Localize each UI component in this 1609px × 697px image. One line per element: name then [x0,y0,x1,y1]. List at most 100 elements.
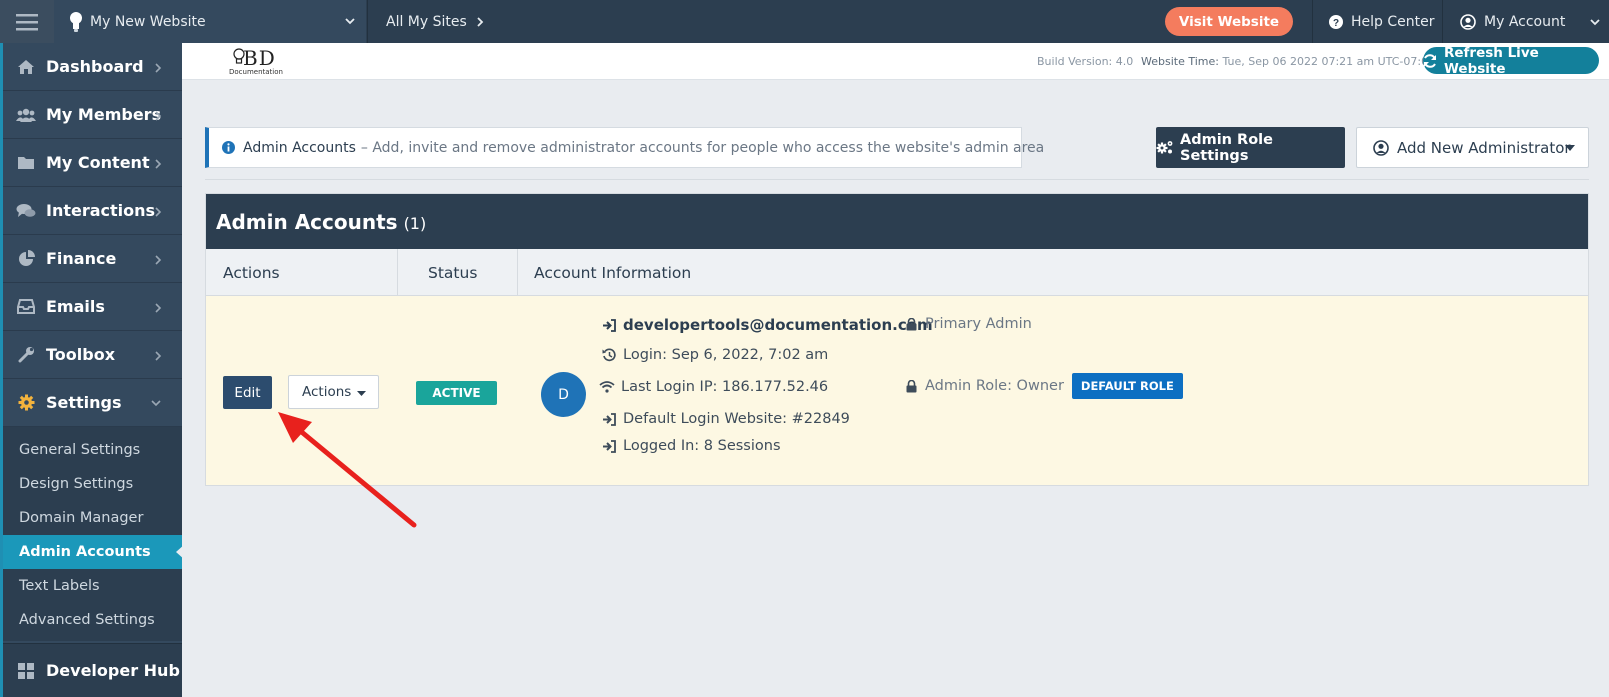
visit-website-button[interactable]: Visit Website [1165,7,1293,36]
folder-icon [16,155,36,170]
inbox-icon [16,299,36,314]
add-new-administrator-button[interactable]: Add New Administrator [1356,127,1589,168]
sidebar-item-label: My Members [46,105,162,124]
site-selector[interactable]: My New Website [54,0,366,43]
developer-hub-label: Developer Hub [46,661,180,680]
logo-subtext: Documentation [229,68,283,76]
all-my-sites-link[interactable]: All My Sites [367,0,484,43]
add-new-administrator-label: Add New Administrator [1397,138,1571,157]
history-icon [601,348,617,362]
table-header: Actions Status Account Information [206,249,1588,296]
last-ip-text: Last Login IP: 186.177.52.46 [621,379,829,395]
avatar: D [541,372,586,417]
user-circle-icon [1460,13,1476,30]
settings-submenu: General Settings Design Settings Domain … [3,427,185,641]
home-icon [16,59,36,75]
refresh-icon [1423,53,1437,68]
build-version: Build Version: 4.0 [1037,55,1134,68]
lock-icon [903,379,919,393]
info-title: Admin Accounts [243,139,356,156]
submenu-general-settings[interactable]: General Settings [3,433,182,467]
panel-header: Admin Accounts (1) [206,194,1588,249]
submenu-design-settings[interactable]: Design Settings [3,467,182,501]
site-name: My New Website [90,13,206,30]
default-site-text: Default Login Website: #22849 [623,411,850,427]
admin-role: Admin Role: Owner DEFAULT ROLE [903,373,1183,399]
help-center-link[interactable]: ? Help Center [1312,0,1442,43]
sidebar-item-finance[interactable]: Finance [3,235,182,283]
sidebar-item-developer-hub[interactable]: Developer Hub [3,643,182,697]
user-circle-icon [1373,139,1389,156]
sidebar: Dashboard My Members My Content Interact… [0,43,185,697]
question-circle-icon: ? [1329,14,1343,29]
last-login: Login: Sep 6, 2022, 7:02 am [601,347,828,363]
primary-admin: Primary Admin [903,316,1032,332]
edit-button[interactable]: Edit [223,376,272,409]
default-role-badge: DEFAULT ROLE [1071,373,1183,399]
refresh-label: Refresh Live Website [1444,44,1539,77]
sidebar-item-settings[interactable]: Settings [3,379,182,427]
top-bar: My New Website All My Sites Visit Websit… [0,0,1609,43]
comments-icon [16,203,36,219]
submenu-advanced-settings[interactable]: Advanced Settings [3,603,182,637]
submenu-text-labels[interactable]: Text Labels [3,569,182,603]
panel-count: (1) [403,213,427,233]
wifi-icon [599,381,615,393]
wrench-icon [16,346,36,363]
submenu-domain-manager[interactable]: Domain Manager [3,501,182,535]
info-circle-icon [222,141,235,154]
chevron-down-icon [344,15,356,27]
sign-in-icon [601,412,617,426]
chevron-right-icon [154,206,162,218]
website-time-value: Tue, Sep 06 2022 07:21 am UTC-07:00 [1222,55,1436,68]
login-text: Login: Sep 6, 2022, 7:02 am [623,347,829,363]
sessions-text: Logged In: 8 Sessions [623,438,781,454]
default-login-website: Default Login Website: #22849 [601,411,850,427]
column-header-account-information: Account Information [534,263,692,282]
chevron-down-icon [150,398,162,408]
website-time-label: Website Time: [1141,55,1219,68]
sidebar-item-emails[interactable]: Emails [3,283,182,331]
chevron-right-icon [154,110,162,122]
my-account-menu[interactable]: My Account [1442,0,1609,43]
users-icon [16,107,36,123]
submenu-admin-accounts[interactable]: Admin Accounts [3,535,185,569]
sidebar-item-label: Dashboard [46,57,144,76]
email-text: developertools@documentation.com [623,316,933,334]
sidebar-item-my-members[interactable]: My Members [3,91,182,139]
sidebar-item-my-content[interactable]: My Content [3,139,182,187]
chevron-right-icon [154,302,162,314]
sidebar-item-toolbox[interactable]: Toolbox [3,331,182,379]
lock-icon [903,317,919,331]
caret-down-icon [357,391,366,396]
chevron-right-icon [154,158,162,170]
sidebar-item-label: Toolbox [46,345,116,364]
last-login-ip: Last Login IP: 186.177.52.46 [599,379,828,395]
website-time: Website Time: Tue, Sep 06 2022 07:21 am … [1141,55,1435,68]
sidebar-item-label: Settings [46,393,122,412]
sidebar-item-label: Emails [46,297,105,316]
hamburger-menu-button[interactable] [0,0,54,43]
panel-title: Admin Accounts [216,209,398,234]
chevron-right-icon [154,62,162,74]
refresh-live-website-button[interactable]: Refresh Live Website [1423,44,1599,77]
admin-role-settings-label: Admin Role Settings [1180,131,1273,164]
chevron-right-icon [476,16,484,28]
annotation-arrow [270,405,420,530]
chevron-down-icon [1589,16,1601,28]
actions-dropdown-button[interactable]: Actions [288,375,379,409]
column-header-status: Status [428,263,478,282]
chevron-right-icon [154,254,162,266]
sign-in-icon [601,439,617,453]
sidebar-item-interactions[interactable]: Interactions [3,187,182,235]
site-logo[interactable]: BD Documentation [229,46,291,78]
sidebar-item-dashboard[interactable]: Dashboard [3,43,182,91]
svg-text:?: ? [1333,18,1339,29]
logged-in-sessions: Logged In: 8 Sessions [601,438,781,454]
sidebar-item-label: Interactions [46,201,156,220]
actions-label: Actions [302,384,352,400]
column-header-actions: Actions [223,263,280,282]
sign-in-icon [601,318,617,332]
all-sites-label: All My Sites [386,13,467,30]
admin-role-settings-button[interactable]: Admin Role Settings [1156,127,1345,168]
